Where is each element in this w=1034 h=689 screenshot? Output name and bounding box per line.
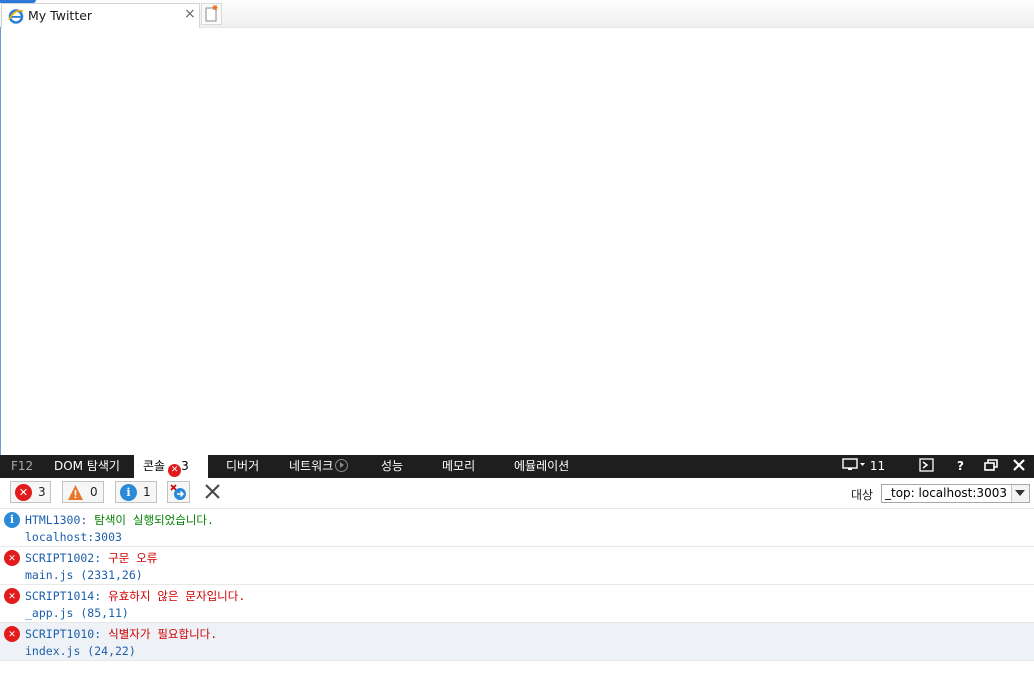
message-code: SCRIPT1010 <box>25 627 95 641</box>
message-source-link[interactable]: localhost:3003 <box>25 530 122 544</box>
message-separator: : <box>94 551 109 565</box>
tab-close-icon[interactable]: × <box>184 6 196 22</box>
tab-network[interactable]: 네트워크 <box>289 455 349 478</box>
tab-title: My Twitter <box>28 8 93 23</box>
tab-debugger[interactable]: 디버거 <box>226 455 259 478</box>
tab-console[interactable]: 콘솔 ✕ 3 <box>134 455 208 478</box>
message-text: SCRIPT1002: 구문 오류 <box>25 550 157 566</box>
target-select[interactable]: _top: localhost:3003 <box>881 484 1030 503</box>
undock-button[interactable] <box>984 455 998 478</box>
chevron-down-icon[interactable] <box>1011 485 1029 502</box>
console-prompt-icon <box>919 458 934 472</box>
browser-tab[interactable]: My Twitter × <box>1 3 200 28</box>
warning-icon <box>68 485 83 500</box>
clear-on-navigate-button[interactable] <box>167 481 190 503</box>
message-code: HTML1300 <box>25 513 81 527</box>
message-code: SCRIPT1014 <box>25 589 95 603</box>
page-viewport[interactable] <box>1 28 1034 455</box>
info-filter-button[interactable]: i 1 <box>115 481 157 503</box>
message-description: 유효하지 않은 문자입니다. <box>108 589 246 603</box>
warnings-count: 0 <box>90 485 98 499</box>
errors-filter-button[interactable]: ✕ 3 <box>10 481 51 503</box>
error-icon: ✕ <box>15 484 32 501</box>
info-icon: i <box>4 512 20 528</box>
monitor-icon <box>842 458 865 470</box>
error-icon: ✕ <box>4 626 20 642</box>
ie-logo-icon <box>8 9 24 24</box>
message-description: 구문 오류 <box>108 551 158 565</box>
message-separator: : <box>80 513 95 527</box>
error-icon: ✕ <box>4 588 20 604</box>
target-select-value: _top: localhost:3003 <box>885 486 1007 500</box>
message-source-link[interactable]: main.js (2331,26) <box>25 568 143 582</box>
message-text: SCRIPT1014: 유효하지 않은 문자입니다. <box>25 588 245 604</box>
message-description: 탐색이 실행되었습니다. <box>94 513 214 527</box>
console-prompt-button[interactable] <box>919 455 935 478</box>
clear-console-icon[interactable] <box>204 483 221 500</box>
tab-memory[interactable]: 메모리 <box>442 455 475 478</box>
message-description: 식별자가 필요합니다. <box>108 627 218 641</box>
tab-network-label: 네트워크 <box>289 459 334 473</box>
message-text: HTML1300: 탐색이 실행되었습니다. <box>25 512 214 528</box>
close-icon <box>1013 459 1025 471</box>
devtools-tab-bar: F12 DOM 탐색기 콘솔 ✕ 3 디버거 네트워크 성능 메모리 에뮬레이션 1… <box>0 455 1034 478</box>
clear-on-navigate-icon <box>170 484 186 500</box>
message-separator: : <box>94 589 109 603</box>
help-icon[interactable]: ? <box>957 455 964 478</box>
tab-emulation[interactable]: 에뮬레이션 <box>514 455 569 478</box>
info-count: 1 <box>143 485 151 499</box>
console-message[interactable]: i HTML1300: 탐색이 실행되었습니다. localhost:3003 <box>0 509 1034 547</box>
tab-dom-explorer[interactable]: DOM 탐색기 <box>54 455 120 478</box>
tab-console-label: 콘솔 <box>143 459 166 473</box>
document-mode-value: 11 <box>869 459 886 473</box>
message-separator: : <box>94 627 109 641</box>
console-message[interactable]: ✕ SCRIPT1014: 유효하지 않은 문자입니다. _app.js (85… <box>0 585 1034 623</box>
message-text: SCRIPT1010: 식별자가 필요합니다. <box>25 626 217 642</box>
error-icon: ✕ <box>4 550 20 566</box>
message-source-link[interactable]: _app.js (85,11) <box>25 606 129 620</box>
play-icon <box>335 459 349 472</box>
warnings-filter-button[interactable]: 0 <box>62 481 104 503</box>
error-icon: ✕ <box>168 464 182 477</box>
devtools-close-button[interactable] <box>1013 455 1025 478</box>
new-tab-button[interactable] <box>201 3 222 25</box>
console-output: i HTML1300: 탐색이 실행되었습니다. localhost:3003 … <box>0 509 1034 661</box>
console-message[interactable]: ✕ SCRIPT1002: 구문 오류 main.js (2331,26) <box>0 547 1034 585</box>
console-toolbar: ✕ 3 0 i 1 <box>0 478 1034 509</box>
target-label: 대상 <box>851 488 874 502</box>
message-code: SCRIPT1002 <box>25 551 95 565</box>
message-source-link[interactable]: index.js (24,22) <box>25 644 136 658</box>
restore-icon <box>984 459 998 471</box>
tab-console-error-count: 3 <box>181 459 189 473</box>
console-message[interactable]: ✕ SCRIPT1010: 식별자가 필요합니다. index.js (24,2… <box>0 623 1034 661</box>
tab-performance[interactable]: 성능 <box>381 455 403 478</box>
errors-count: 3 <box>38 485 46 499</box>
new-tab-icon <box>205 5 218 22</box>
f12-label: F12 <box>11 459 34 473</box>
info-icon: i <box>120 484 137 501</box>
document-mode-dropdown[interactable]: 11 <box>842 455 885 478</box>
